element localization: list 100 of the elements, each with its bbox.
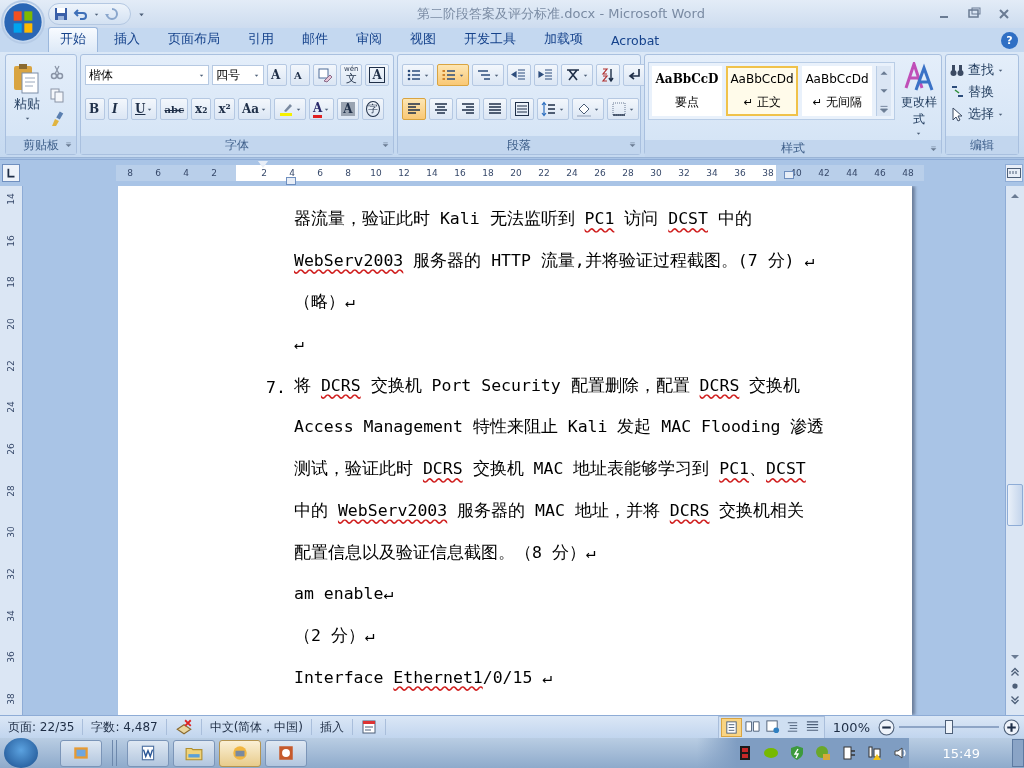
font-name-field[interactable]: 楷体 [85,65,209,85]
bulleted-list-icon [406,67,422,83]
paragraph-button[interactable] [623,64,647,86]
format-button[interactable]: B [85,98,105,120]
ribbon-tab[interactable]: Acrobat [599,29,672,52]
format-painter-icon[interactable] [49,111,65,128]
ribbon-tab[interactable]: 引用 [236,27,286,52]
ribbon-tab[interactable]: 邮件 [290,27,340,52]
dialog-launcher-icon[interactable] [64,140,73,149]
editing-button[interactable]: 替换 [949,82,1004,102]
format-button[interactable] [313,64,337,86]
return-arrow-icon [627,67,643,83]
change-styles-button[interactable]: 更改样式 [899,58,938,137]
format-button[interactable]: x² [214,98,235,120]
replace-icon [949,84,965,100]
ribbon-tab[interactable]: 加载项 [532,27,595,52]
word-count[interactable]: 字数: 4,487 [83,719,167,735]
first-line-indent-marker[interactable] [258,161,268,168]
ribbon-tab[interactable]: 开发工具 [452,27,528,52]
ribbon-tab[interactable]: 页面布局 [156,27,232,52]
paragraph-button[interactable] [607,98,639,120]
help-button[interactable]: ? [1001,31,1018,49]
format-button[interactable]: I [108,98,128,120]
slider-thumb[interactable] [945,720,953,734]
paste-button[interactable]: 粘贴 [9,58,45,133]
ruler-number: 20 [509,167,523,180]
group-label: 字体 [225,136,249,154]
paragraph-button[interactable] [596,64,620,86]
ruler-toggle-icon[interactable] [1006,165,1022,181]
office-logo-button[interactable] [3,2,43,42]
dialog-launcher-icon[interactable] [381,140,390,149]
scroll-thumb[interactable] [1007,484,1023,526]
ribbon-tab[interactable]: 插入 [102,27,152,52]
format-button[interactable]: A [365,64,389,86]
insert-mode-label[interactable]: 插入 [312,719,354,735]
taskbar-button[interactable] [219,739,261,767]
paragraph-button[interactable] [456,98,480,120]
start-button[interactable] [4,738,38,768]
paragraph-button[interactable] [572,98,604,120]
format-button[interactable]: A [290,64,310,86]
language-label[interactable]: 中文(简体，中国) [201,719,313,735]
cut-icon[interactable] [49,63,65,80]
paragraph-button[interactable] [537,98,569,120]
network-warning-icon[interactable] [866,745,883,761]
editing-button[interactable]: 查找 [949,60,1004,80]
format-button[interactable]: U [131,98,158,120]
taskbar-button[interactable] [265,739,307,767]
paragraph-button[interactable] [510,98,534,120]
taskbar-button[interactable] [173,739,215,767]
ruler-number: 4 [182,167,190,180]
ribbon-tab[interactable]: 视图 [398,27,448,52]
ribbon-tab[interactable]: 审阅 [344,27,394,52]
paragraph-button[interactable] [483,98,507,120]
paragraph-button[interactable] [429,98,453,120]
ruler-number: 12 [397,167,411,180]
text-line: ↵ [294,333,304,356]
zoom-out-icon[interactable] [878,718,895,736]
book-icon[interactable] [174,718,193,736]
left-indent-marker[interactable] [286,177,296,185]
dialog-launcher-icon[interactable] [929,144,938,153]
redo-icon[interactable] [104,6,120,22]
ruler-number: 38 [761,167,775,180]
style-card[interactable]: AaBbCcDd ↵ 正文 [726,66,798,116]
format-button[interactable]: A [267,64,287,86]
tab-stop-selector[interactable] [2,164,20,182]
paragraph-button[interactable] [534,64,558,86]
paragraph-button[interactable] [402,98,426,120]
format-button[interactable]: 字 [361,98,384,120]
format-button[interactable] [273,98,306,120]
undo-icon[interactable] [73,6,89,22]
ruler-number: 2 [210,167,218,180]
zoom-level[interactable]: 100% [824,719,878,735]
paragraph-button[interactable] [507,64,531,86]
dialog-launcher-icon[interactable] [628,140,637,149]
align-left-icon [406,101,422,117]
font-size-field[interactable]: 四号 [212,65,264,85]
style-card[interactable]: AaBbCcD 要点 [652,66,722,116]
vertical-scrollbar[interactable] [1005,186,1024,715]
taskbar-button[interactable] [127,739,169,767]
format-button[interactable]: abc [160,98,189,120]
editing-button[interactable]: 选择 [949,104,1004,124]
ribbon-tab[interactable]: 开始 [48,27,98,52]
page-count[interactable]: 页面: 22/35 [0,719,84,735]
taskbar-button[interactable] [60,739,102,767]
format-button[interactable]: A [308,98,335,120]
format-button[interactable]: Aa [237,98,271,120]
format-button[interactable]: A [337,98,359,120]
paragraph-button[interactable] [561,64,593,86]
format-button[interactable]: x₂ [191,98,212,120]
justify-icon [487,101,503,117]
plug-icon[interactable] [840,745,857,761]
view-button[interactable] [720,717,742,737]
text-line: （2 分）↵ [294,624,375,647]
form-icon[interactable] [361,719,378,735]
zoom-in-icon[interactable] [1003,718,1020,736]
shield-icon[interactable] [788,745,805,761]
save-icon[interactable] [53,6,69,22]
right-indent-marker[interactable] [784,171,794,179]
speaker-icon[interactable] [892,745,909,761]
style-card[interactable]: AaBbCcDd ↵ 无间隔 [802,66,872,116]
